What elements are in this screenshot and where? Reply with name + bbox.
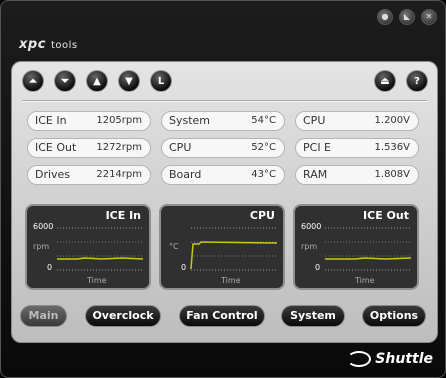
graph-cpu-plot bbox=[190, 227, 278, 271]
nav-fan-control-button[interactable]: Fan Control bbox=[179, 305, 265, 327]
graph-ice-out: ICE Out 6000 rpm 0 Time bbox=[293, 204, 419, 290]
stat-ice-in: ICE In 1205rpm bbox=[27, 111, 151, 131]
shuttle-logo: Shuttle bbox=[347, 351, 433, 367]
graph-ice-in: ICE In 6000 rpm 0 Time bbox=[25, 204, 151, 290]
lock-button[interactable]: L bbox=[150, 70, 172, 92]
ice-out-trace bbox=[325, 257, 412, 260]
exit-icon[interactable]: ✕ bbox=[421, 9, 437, 25]
nav-system-button[interactable]: System bbox=[281, 305, 345, 327]
xpc-tools-logo: xpc tools bbox=[19, 37, 78, 52]
graph-ice-out-plot bbox=[325, 227, 412, 271]
eject-button[interactable]: ⏏ bbox=[374, 70, 396, 92]
help-button[interactable]: ? bbox=[406, 70, 428, 92]
shuttle-swoosh-icon bbox=[347, 351, 372, 367]
toolbar-divider bbox=[22, 100, 427, 102]
move-bottom-button[interactable]: ⏷ bbox=[54, 70, 76, 92]
nav-main-button[interactable]: Main bbox=[20, 305, 67, 327]
app-window: xpc tools ● ◣ ✕ ⏶ ⏷ ▲ ▼ L ⏏ ? ICE In 1205… bbox=[0, 0, 446, 378]
move-down-button[interactable]: ▼ bbox=[118, 70, 140, 92]
stat-pcie-voltage: PCI E 1.536V bbox=[295, 138, 419, 158]
graph-ice-in-plot bbox=[57, 227, 144, 271]
stat-ram-voltage: RAM 1.808V bbox=[295, 165, 419, 185]
main-panel: ⏶ ⏷ ▲ ▼ L ⏏ ? ICE In 1205rpm ICE Out 1272r… bbox=[11, 61, 438, 343]
minimize-icon[interactable]: ◣ bbox=[399, 9, 415, 25]
stat-cpu-voltage: CPU 1.200V bbox=[295, 111, 419, 131]
ice-in-trace bbox=[57, 257, 144, 260]
stat-cpu-temp: CPU 52°C bbox=[161, 138, 285, 158]
nav-options-button[interactable]: Options bbox=[362, 305, 426, 327]
nav-overclock-button[interactable]: Overclock bbox=[85, 305, 161, 327]
graph-cpu: CPU °C 0 Time bbox=[159, 204, 285, 290]
stat-system-temp: System 54°C bbox=[161, 111, 285, 131]
move-up-button[interactable]: ▲ bbox=[86, 70, 108, 92]
move-top-button[interactable]: ⏶ bbox=[22, 70, 44, 92]
stat-board-temp: Board 43°C bbox=[161, 165, 285, 185]
close-circle-icon[interactable]: ● bbox=[377, 9, 393, 25]
stat-drives: Drives 2214rpm bbox=[27, 165, 151, 185]
stat-ice-out: ICE Out 1272rpm bbox=[27, 138, 151, 158]
